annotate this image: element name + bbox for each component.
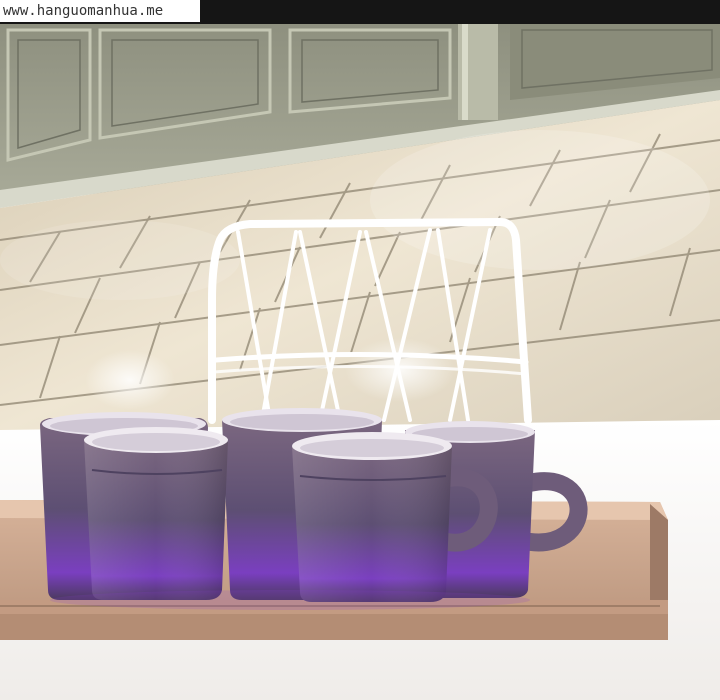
watermark-text: www.hanguomanhua.me [0, 0, 200, 22]
mug-front-left [84, 427, 228, 600]
scene-illustration [0, 0, 720, 700]
mug-glow-reflection [50, 590, 530, 610]
